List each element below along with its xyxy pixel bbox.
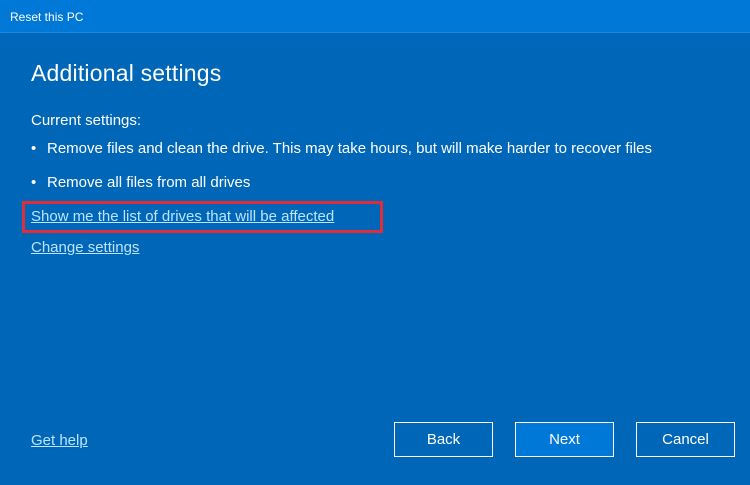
setting-item-text: Remove files and clean the drive. This m…: [47, 140, 652, 157]
bullet-icon: •: [31, 174, 37, 191]
window-title: Reset this PC: [10, 10, 84, 24]
cancel-button[interactable]: Cancel: [636, 422, 735, 457]
change-settings-link[interactable]: Change settings: [31, 239, 139, 256]
setting-item-all-drives: • Remove all files from all drives: [31, 174, 250, 191]
setting-item-clean-drive: • Remove files and clean the drive. This …: [31, 140, 652, 157]
back-button[interactable]: Back: [394, 422, 493, 457]
setting-item-text: Remove all files from all drives: [47, 174, 251, 191]
page-title: Additional settings: [31, 60, 222, 86]
title-bar: Reset this PC: [0, 0, 750, 33]
current-settings-label: Current settings:: [31, 112, 142, 129]
get-help-link[interactable]: Get help: [31, 432, 88, 449]
next-button[interactable]: Next: [515, 422, 614, 457]
bullet-icon: •: [31, 140, 37, 157]
show-drives-link[interactable]: Show me the list of drives that will be …: [31, 208, 334, 225]
